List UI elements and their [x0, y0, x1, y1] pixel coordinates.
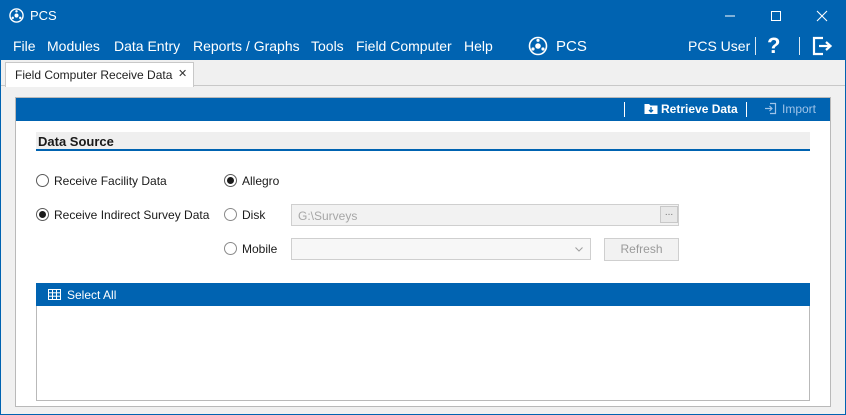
main-content: Field Computer Receive Data ✕ Retrieve D… [1, 60, 845, 414]
minimize-button[interactable] [707, 0, 753, 32]
disk-path-value: G:\Surveys [298, 209, 358, 223]
import-icon [765, 102, 777, 115]
close-window-button[interactable] [799, 0, 845, 32]
disk-path-field[interactable]: G:\Surveys [291, 204, 679, 226]
user-label[interactable]: PCS User [688, 38, 750, 54]
maximize-icon [771, 11, 781, 21]
receive-data-panel: Retrieve Data Import Data Source Receive… [15, 97, 831, 407]
menu-reports-graphs[interactable]: Reports / Graphs [193, 38, 300, 54]
menu-divider [799, 37, 800, 55]
mobile-device-select[interactable] [291, 238, 591, 260]
receive-indirect-survey-data-label: Receive Indirect Survey Data [54, 208, 210, 222]
folder-download-icon [644, 104, 658, 114]
chevron-down-icon [575, 247, 583, 252]
mobile-radio[interactable] [224, 242, 237, 255]
mobile-label: Mobile [242, 242, 278, 256]
disk-label: Disk [242, 208, 266, 222]
disk-radio[interactable] [224, 208, 237, 221]
refresh-button[interactable]: Refresh [604, 238, 679, 261]
tab-field-computer-receive-data[interactable]: Field Computer Receive Data ✕ [5, 62, 194, 87]
retrieve-data-label: Retrieve Data [661, 102, 738, 116]
tab-label: Field Computer Receive Data [15, 68, 173, 82]
allegro-label: Allegro [242, 174, 280, 188]
minimize-icon [725, 15, 735, 17]
title-bar: PCS [0, 0, 846, 32]
close-icon [816, 10, 828, 22]
pcs-logo-icon [528, 36, 548, 56]
pcs-app-icon [9, 8, 24, 23]
receive-indirect-survey-data-radio[interactable] [36, 208, 49, 221]
data-source-title: Data Source [38, 134, 114, 149]
allegro-radio[interactable] [224, 174, 237, 187]
menu-modules[interactable]: Modules [47, 38, 100, 54]
menu-file[interactable]: File [13, 38, 36, 54]
select-all-label: Select All [67, 288, 117, 302]
browse-button[interactable]: ... [660, 206, 678, 223]
menu-bar: File Modules Data Entry Reports / Graphs… [0, 32, 846, 60]
data-source-header: Data Source [36, 132, 810, 151]
toolbar-divider [624, 102, 625, 117]
table-grid-icon [48, 289, 61, 300]
window-title: PCS [30, 8, 57, 23]
receive-facility-data-label: Receive Facility Data [54, 174, 167, 188]
logout-icon[interactable] [811, 35, 833, 57]
panel-toolbar: Retrieve Data Import [16, 98, 830, 121]
tab-strip: Field Computer Receive Data ✕ [1, 60, 845, 87]
tab-close-icon[interactable]: ✕ [178, 67, 187, 80]
menu-divider [755, 37, 756, 55]
menu-tools[interactable]: Tools [311, 38, 344, 54]
menu-data-entry[interactable]: Data Entry [114, 38, 180, 54]
help-icon[interactable]: ? [767, 33, 780, 59]
menu-field-computer[interactable]: Field Computer [356, 38, 452, 54]
maximize-button[interactable] [753, 0, 799, 32]
brand-label: PCS [556, 38, 587, 55]
grid-header: Select All [36, 283, 810, 306]
toolbar-divider [746, 102, 747, 117]
menu-help[interactable]: Help [464, 38, 493, 54]
import-label: Import [782, 102, 817, 116]
receive-facility-data-radio[interactable] [36, 174, 49, 187]
